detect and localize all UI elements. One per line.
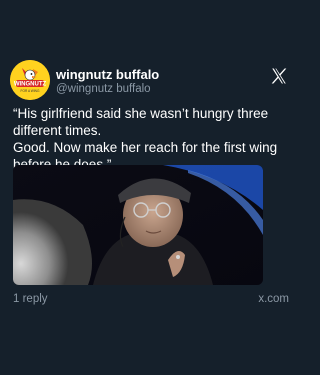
avatar-subtext: FOR A WING bbox=[21, 89, 40, 93]
source-link[interactable]: x.com bbox=[258, 293, 289, 305]
wingnutz-logo-icon: WINGNUTZ FOR A WING bbox=[10, 60, 50, 100]
avatar[interactable]: WINGNUTZ FOR A WING bbox=[10, 60, 50, 100]
reply-count-link[interactable]: 1 reply bbox=[13, 293, 48, 305]
tweet-line: “His girlfriend said she wasn’t hungry t… bbox=[13, 106, 269, 121]
tweet-footer: 1 reply x.com bbox=[13, 293, 289, 307]
x-logo-icon[interactable] bbox=[270, 67, 288, 85]
tweet-header: WINGNUTZ FOR A WING wingnutz buffalo @wi… bbox=[10, 60, 290, 100]
tweet-line: Good. Now make her reach for the first w… bbox=[13, 140, 278, 155]
tweet-text: “His girlfriend said she wasn’t hungry t… bbox=[13, 105, 289, 173]
author-handle[interactable]: @wingnutz buffalo bbox=[56, 83, 151, 95]
tweet-line: different times. bbox=[13, 123, 102, 138]
avatar-text: WINGNUTZ bbox=[14, 82, 47, 88]
tweet-media[interactable] bbox=[13, 165, 263, 285]
author-display-name[interactable]: wingnutz buffalo bbox=[56, 67, 159, 82]
media-photo bbox=[13, 165, 263, 285]
